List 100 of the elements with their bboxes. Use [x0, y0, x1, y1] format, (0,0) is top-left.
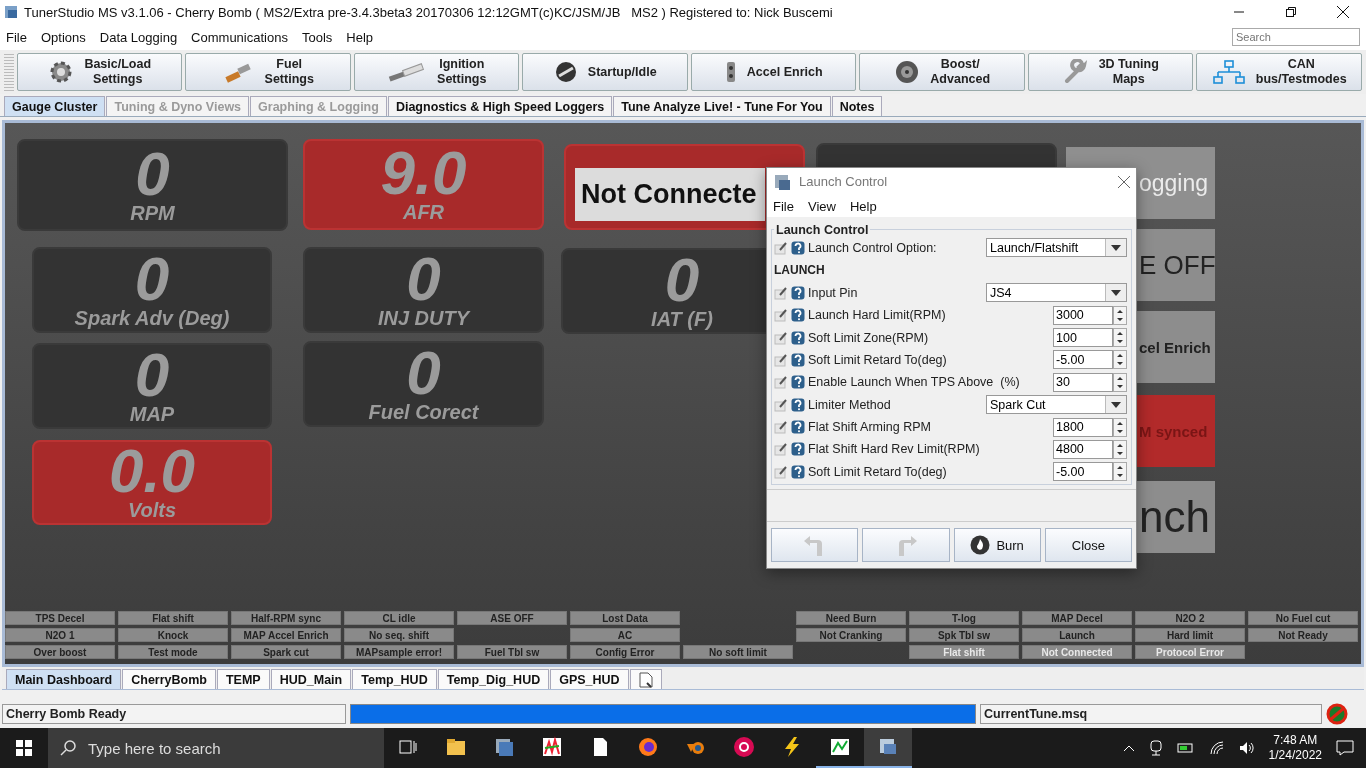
pencil-icon: [774, 240, 788, 255]
wifi-icon: [1208, 741, 1225, 755]
burn-button[interactable]: Burn: [953, 528, 1041, 562]
toolbar-button[interactable]: Accel Enrich: [690, 53, 857, 91]
indicator: Not Ready: [1248, 628, 1358, 642]
taskbar-search-field[interactable]: Type here to search: [48, 728, 384, 768]
new-tab-button[interactable]: [629, 669, 662, 689]
help-icon: [791, 420, 805, 435]
gauge-value: 9.0: [380, 145, 467, 201]
spinner-arrows-icon: [1113, 328, 1127, 348]
tab[interactable]: Notes: [831, 96, 883, 116]
gauge-value: 0: [406, 344, 441, 401]
window-title: TunerStudio MS v3.1.06 - Cherry Bomb ( MS2/Extra pre-3.4.3beta3 20170306 12:12GMT(c)KC/JSM/JB MS2 ) Registered to: Nick Buscemi: [24, 4, 834, 20]
app-icon: [445, 736, 467, 758]
indicator: N2O 2: [1135, 611, 1245, 625]
menu-item[interactable]: Tools: [301, 29, 333, 45]
number-field[interactable]: 30: [1053, 372, 1113, 392]
app-icon: [733, 736, 755, 758]
indicator: No Fuel cut: [1248, 611, 1358, 625]
menu-item[interactable]: Help: [849, 198, 877, 214]
dropdown[interactable]: Launch/Flatshift: [986, 238, 1127, 258]
pencil-icon: [774, 330, 788, 345]
number-field[interactable]: 1800: [1053, 417, 1113, 437]
indicator: Fuel Tbl sw: [457, 645, 567, 659]
indicator: CL idle: [344, 611, 454, 625]
close-button[interactable]: Close: [1044, 528, 1132, 562]
taskbar-app[interactable]: [864, 728, 912, 768]
indicator: Not Cranking: [796, 628, 906, 642]
toolbar-button[interactable]: Basic/Load Settings: [16, 53, 183, 91]
spinner-arrows-icon: [1113, 417, 1127, 437]
toolbar-button[interactable]: Fuel Settings: [185, 53, 351, 91]
indicator: MAP Decel: [1022, 611, 1132, 625]
indicator: MAP Accel Enrich: [231, 628, 341, 642]
gauge-label: MAP: [129, 402, 175, 426]
dashboard-tab[interactable]: GPS_HUD: [550, 669, 629, 689]
dashboard-tab[interactable]: TEMP: [216, 669, 270, 689]
menu-item[interactable]: Communications: [191, 29, 288, 45]
menu-item[interactable]: Data Logging: [99, 29, 178, 45]
spinner-arrows-icon: [1113, 440, 1127, 459]
setting-label: Flat Shift Arming RPM: [808, 420, 931, 435]
menu-item[interactable]: Options: [40, 29, 86, 45]
search-field[interactable]: Search: [1232, 28, 1360, 46]
restore-icon: [1286, 7, 1296, 17]
indicator: No seq. shift: [344, 628, 454, 642]
setting-label: Soft Limit Retard To(deg): [808, 352, 947, 367]
toolbar-button[interactable]: CAN bus/Testmodes: [1196, 53, 1362, 91]
spinner-arrows-icon: [1113, 462, 1127, 482]
app-icon: [637, 736, 659, 758]
indicator: Hard limit: [1135, 628, 1245, 642]
turbo-icon: [894, 59, 921, 85]
help-icon: [791, 240, 805, 255]
app-icon: [773, 172, 791, 191]
task-view-icon: [399, 738, 417, 756]
dashboard-tab[interactable]: Temp_HUD: [352, 669, 437, 689]
help-icon: [791, 308, 805, 323]
tab[interactable]: Tune Analyze Live! - Tune For You: [613, 96, 831, 116]
setting-label: Enable Launch When TPS Above: [808, 375, 994, 390]
section-heading: LAUNCH: [774, 263, 825, 278]
dropdown[interactable]: Spark Cut: [986, 395, 1127, 415]
gauge-label: Volts: [127, 499, 177, 522]
disconnected-icon: [1326, 703, 1348, 725]
number-field[interactable]: 100: [1053, 328, 1113, 348]
dashboard-tab[interactable]: HUD_Main: [270, 669, 352, 689]
menu-item[interactable]: Help: [346, 29, 374, 45]
setting-label: Soft Limit Zone(RPM): [808, 330, 929, 345]
menu-item[interactable]: File: [6, 29, 27, 45]
menu-item[interactable]: View: [807, 198, 836, 214]
app-icon: [493, 736, 515, 758]
menu-item[interactable]: File: [773, 198, 794, 214]
number-field[interactable]: -5.00: [1053, 462, 1113, 482]
spinner-arrows-icon: [1113, 350, 1127, 370]
status-message: Cherry Bomb Ready: [2, 704, 346, 724]
dashboard-tab[interactable]: Temp_Dig_HUD: [437, 669, 550, 689]
dashboard-tab[interactable]: Main Dashboard: [6, 669, 122, 689]
group-title: Launch Control: [775, 222, 870, 237]
dashboard-tab[interactable]: CherryBomb: [122, 669, 216, 689]
app-icon: [829, 736, 851, 758]
toolbar-button[interactable]: Ignition Settings: [353, 53, 520, 91]
gauge-label: INJ DUTY: [377, 306, 470, 330]
dial-icon: [553, 60, 578, 84]
volume-icon: [1238, 741, 1255, 755]
dropdown[interactable]: JS4: [986, 283, 1127, 303]
tab[interactable]: Gauge Cluster: [4, 96, 106, 116]
network-icon: [1211, 59, 1246, 85]
number-field[interactable]: -5.00: [1053, 350, 1113, 370]
indicator: ASE OFF: [457, 611, 567, 625]
gauge-value: 0: [134, 346, 170, 403]
number-field[interactable]: 3000: [1053, 305, 1113, 325]
toolbar-grip[interactable]: [4, 53, 14, 91]
indicator: Test mode: [118, 645, 228, 659]
setting-label: Soft Limit Retard To(deg): [808, 464, 947, 479]
number-field[interactable]: 4800: [1053, 440, 1113, 459]
help-icon: [791, 330, 805, 345]
toolbar-button[interactable]: 3D Tuning Maps: [1027, 53, 1194, 91]
toolbar-button[interactable]: Boost/ Advanced: [859, 53, 1025, 91]
toolbar-button[interactable]: Startup/Idle: [522, 53, 688, 91]
help-icon: [791, 397, 805, 412]
indicator: Knock: [118, 628, 228, 642]
help-icon: [791, 352, 805, 367]
tab[interactable]: Diagnostics & High Speed Loggers: [387, 96, 613, 116]
